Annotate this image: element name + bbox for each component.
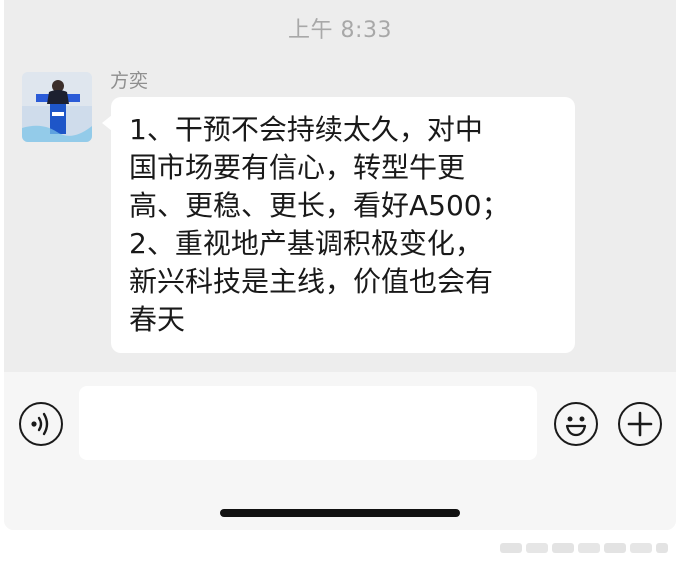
message-input[interactable] [79,386,537,460]
input-bar [4,372,676,530]
chat-window: 上午 8:33 方奕 1、干预不会持续太久，对中 国市场要有信心，转型牛更 高、… [4,0,676,530]
blurred-watermark-icon [500,543,668,553]
smiley-icon [565,416,587,437]
home-indicator [220,509,460,517]
message-bubble[interactable]: 1、干预不会持续太久，对中 国市场要有信心，转型牛更 高、更稳、更长，看好A50… [102,97,575,353]
plus-icon [627,411,653,437]
voice-button[interactable] [19,402,63,446]
message-timestamp: 上午 8:33 [288,18,392,43]
speaker-photo-icon [22,72,92,142]
chat-area: 上午 8:33 方奕 1、干预不会持续太久，对中 国市场要有信心，转型牛更 高、… [4,0,676,372]
plus-button[interactable] [618,402,662,446]
message-text: 1、干预不会持续太久，对中 国市场要有信心，转型牛更 高、更稳、更长，看好A50… [129,113,510,336]
emoji-button[interactable] [554,402,598,446]
sender-name: 方奕 [110,70,149,92]
voice-icon [31,412,49,436]
avatar[interactable] [22,72,92,142]
